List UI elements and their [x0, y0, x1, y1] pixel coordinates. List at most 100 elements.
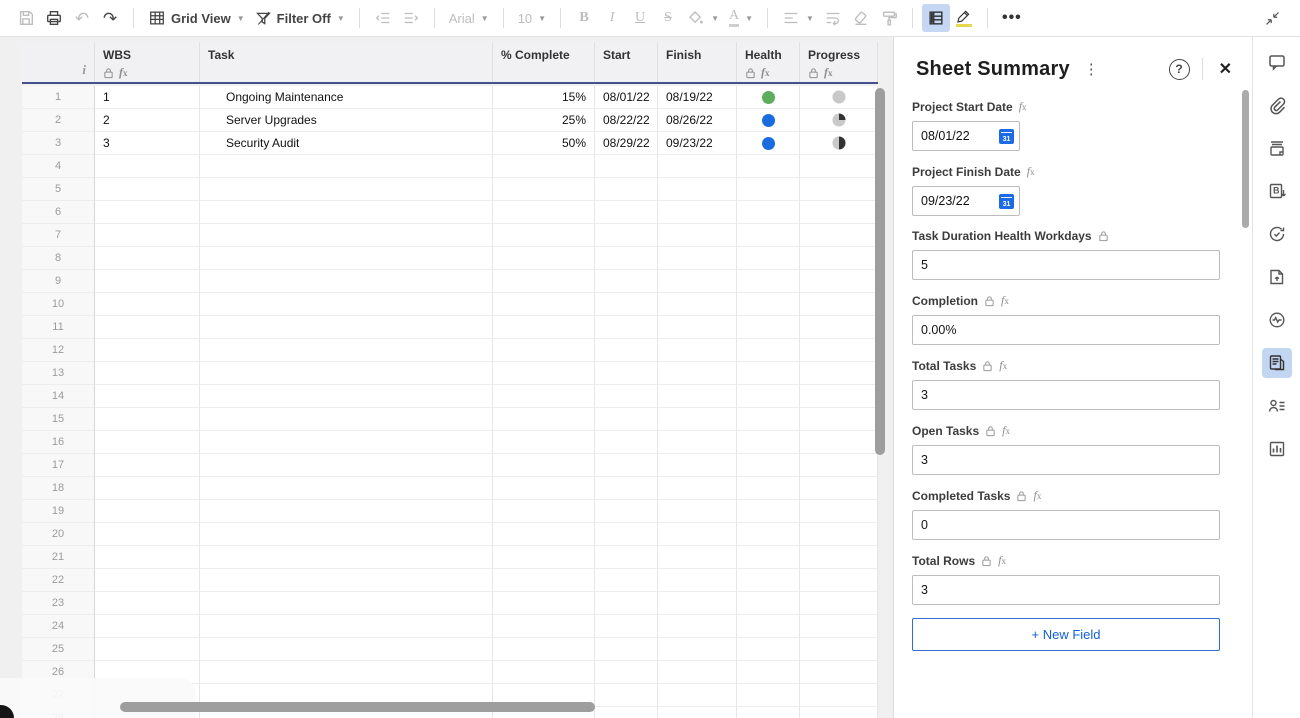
cell-task[interactable]: [200, 546, 493, 569]
row-number[interactable]: 1: [22, 86, 95, 109]
cell-start[interactable]: [595, 661, 658, 684]
cell-task[interactable]: [200, 431, 493, 454]
cell-health[interactable]: [737, 86, 800, 109]
undo-button[interactable]: ↶: [68, 4, 96, 32]
field-input-task-duration-health-workdays[interactable]: [912, 250, 1220, 280]
wrap-text-button[interactable]: [819, 4, 847, 32]
cell-pct[interactable]: [493, 408, 595, 431]
align-button[interactable]: ▼: [777, 4, 819, 32]
row-number[interactable]: 20: [22, 523, 95, 546]
kebab-menu-icon[interactable]: ⋮: [1080, 58, 1103, 80]
cell-wbs[interactable]: [95, 592, 200, 615]
cell-finish[interactable]: [658, 247, 737, 270]
cell-task[interactable]: [200, 155, 493, 178]
cell-task[interactable]: [200, 178, 493, 201]
cell-health[interactable]: [737, 339, 800, 362]
cell-task[interactable]: Ongoing Maintenance: [200, 86, 493, 109]
cell-start[interactable]: [595, 316, 658, 339]
column-header-pct[interactable]: % Complete: [493, 42, 595, 82]
cell-task[interactable]: Server Upgrades: [200, 109, 493, 132]
cell-progress[interactable]: [800, 638, 878, 661]
cell-task[interactable]: [200, 500, 493, 523]
cell-pct[interactable]: [493, 477, 595, 500]
cell-finish[interactable]: [658, 615, 737, 638]
cell-pct[interactable]: [493, 546, 595, 569]
cell-health[interactable]: [737, 707, 800, 718]
field-input-completion[interactable]: [912, 315, 1220, 345]
cell-health[interactable]: [737, 684, 800, 707]
cell-progress[interactable]: [800, 408, 878, 431]
save-button[interactable]: [12, 4, 40, 32]
row-number[interactable]: 13: [22, 362, 95, 385]
cell-progress[interactable]: [800, 224, 878, 247]
cell-start[interactable]: [595, 523, 658, 546]
field-input-open-tasks[interactable]: [912, 445, 1220, 475]
cell-pct[interactable]: [493, 385, 595, 408]
cell-finish[interactable]: [658, 477, 737, 500]
cell-pct[interactable]: [493, 293, 595, 316]
row-number[interactable]: 3: [22, 132, 95, 155]
more-options-button[interactable]: •••: [997, 4, 1027, 32]
cell-pct[interactable]: [493, 362, 595, 385]
cell-wbs[interactable]: [95, 224, 200, 247]
cell-wbs[interactable]: 2: [95, 109, 200, 132]
cell-finish[interactable]: [658, 707, 737, 718]
cell-progress[interactable]: [800, 178, 878, 201]
cell-health[interactable]: [737, 178, 800, 201]
sheet-summary-rail-button[interactable]: [1261, 348, 1292, 378]
print-button[interactable]: [40, 4, 68, 32]
cell-finish[interactable]: [658, 546, 737, 569]
cell-finish[interactable]: [658, 201, 737, 224]
cell-task[interactable]: [200, 661, 493, 684]
cell-finish[interactable]: [658, 408, 737, 431]
cell-wbs[interactable]: [95, 615, 200, 638]
cell-health[interactable]: [737, 201, 800, 224]
cell-task[interactable]: [200, 316, 493, 339]
cell-health[interactable]: [737, 615, 800, 638]
cell-progress[interactable]: [800, 132, 878, 155]
row-number[interactable]: 23: [22, 592, 95, 615]
cell-start[interactable]: [595, 500, 658, 523]
cell-pct[interactable]: [493, 178, 595, 201]
collapse-toolbar-button[interactable]: [1258, 4, 1286, 32]
cell-task[interactable]: [200, 477, 493, 500]
cell-progress[interactable]: [800, 362, 878, 385]
cell-start[interactable]: [595, 201, 658, 224]
cell-start[interactable]: [595, 224, 658, 247]
cell-start[interactable]: [595, 362, 658, 385]
cell-pct[interactable]: 25%: [493, 109, 595, 132]
cell-progress[interactable]: [800, 684, 878, 707]
cell-wbs[interactable]: [95, 431, 200, 454]
cell-start[interactable]: [595, 408, 658, 431]
cell-health[interactable]: [737, 477, 800, 500]
cell-start[interactable]: [595, 546, 658, 569]
cell-wbs[interactable]: [95, 270, 200, 293]
row-number[interactable]: 19: [22, 500, 95, 523]
cell-start[interactable]: [595, 454, 658, 477]
cell-pct[interactable]: [493, 523, 595, 546]
cell-progress[interactable]: [800, 477, 878, 500]
italic-button[interactable]: I: [598, 4, 626, 32]
cell-progress[interactable]: [800, 316, 878, 339]
cell-wbs[interactable]: 1: [95, 86, 200, 109]
field-input-completed-tasks[interactable]: [912, 510, 1220, 540]
cell-start[interactable]: [595, 477, 658, 500]
row-number-header[interactable]: i: [22, 42, 95, 82]
charts-button[interactable]: [1262, 434, 1292, 464]
cell-wbs[interactable]: [95, 316, 200, 339]
cell-finish[interactable]: 08/26/22: [658, 109, 737, 132]
cell-wbs[interactable]: [95, 155, 200, 178]
activity-log-button[interactable]: [1262, 305, 1292, 335]
cell-progress[interactable]: [800, 661, 878, 684]
cell-pct[interactable]: [493, 201, 595, 224]
cell-finish[interactable]: [658, 569, 737, 592]
cell-wbs[interactable]: 3: [95, 132, 200, 155]
cell-task[interactable]: [200, 592, 493, 615]
font-family-selector[interactable]: Arial ▼: [444, 4, 494, 32]
calendar-icon[interactable]: 31: [999, 194, 1014, 209]
cell-wbs[interactable]: [95, 569, 200, 592]
cell-progress[interactable]: [800, 454, 878, 477]
row-number[interactable]: 9: [22, 270, 95, 293]
cell-start[interactable]: [595, 270, 658, 293]
cell-task[interactable]: [200, 201, 493, 224]
